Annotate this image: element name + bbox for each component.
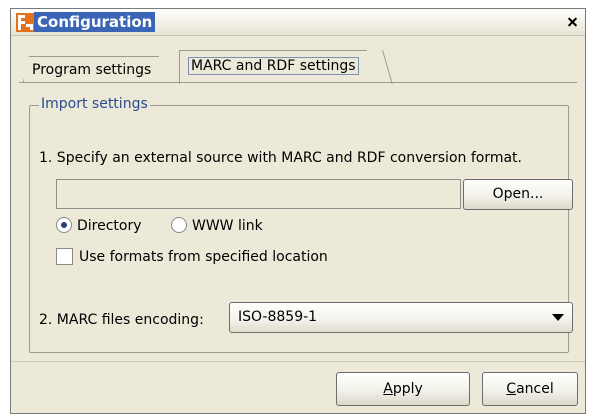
encoding-value: ISO-8859-1 (238, 309, 318, 325)
radio-www-link[interactable]: WWW link (171, 216, 263, 236)
divider (11, 361, 585, 362)
tab-strip: Program settings MARC and RDF settings (19, 50, 579, 84)
window-title: Configuration (34, 12, 156, 32)
radio-unchecked-icon (171, 217, 187, 233)
checkbox-label: Use formats from specified location (79, 249, 328, 265)
use-formats-checkbox[interactable] (56, 248, 73, 265)
configuration-app-icon (16, 13, 35, 32)
tab-label: Program settings (32, 62, 152, 78)
button-label: pply (392, 381, 423, 397)
group-title: Import settings (39, 95, 150, 113)
tab-program-settings[interactable]: Program settings (23, 56, 160, 82)
use-formats-checkbox-row[interactable]: Use formats from specified location (56, 247, 328, 267)
title-bar[interactable]: Configuration (11, 9, 585, 36)
encoding-select[interactable]: ISO-8859-1 (229, 302, 573, 333)
encoding-label: 2. MARC files encoding: (39, 312, 204, 328)
radio-checked-icon (56, 217, 72, 233)
radio-label: WWW link (192, 218, 263, 234)
button-label: ancel (516, 381, 554, 397)
open-button[interactable]: Open... (463, 179, 573, 210)
chevron-down-icon (552, 314, 564, 321)
apply-button[interactable]: Apply (336, 372, 470, 406)
source-path-input[interactable] (56, 179, 461, 209)
source-instruction: 1. Specify an external source with MARC … (39, 150, 522, 166)
tab-label: MARC and RDF settings (188, 57, 359, 75)
configuration-dialog: Configuration Program settings MARC and … (10, 8, 586, 414)
tab-edge (382, 50, 408, 84)
tab-marc-rdf-settings[interactable]: MARC and RDF settings (179, 50, 367, 84)
cancel-button[interactable]: Cancel (482, 372, 578, 406)
mnemonic-letter: A (383, 381, 393, 397)
mnemonic-letter: C (506, 381, 517, 397)
radio-label: Directory (77, 218, 142, 234)
radio-directory[interactable]: Directory (56, 216, 142, 236)
close-icon[interactable] (564, 14, 581, 31)
